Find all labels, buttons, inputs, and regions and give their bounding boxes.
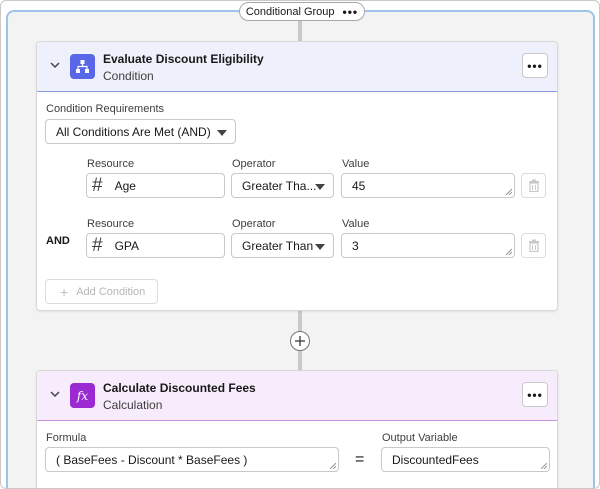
delete-condition-button[interactable] <box>521 173 546 198</box>
add-element-button[interactable] <box>290 331 310 351</box>
caret-down-icon <box>315 184 325 190</box>
hierarchy-icon <box>70 54 95 79</box>
function-icon: fx <box>70 383 95 408</box>
plus-icon <box>295 336 305 346</box>
plus-icon: + <box>60 283 69 300</box>
trash-icon <box>528 179 539 192</box>
condition-requirements-value: All Conditions Are Met (AND) <box>56 124 211 139</box>
chevron-down-icon[interactable] <box>48 58 62 72</box>
formula-value: ( BaseFees - Discount * BaseFees ) <box>56 452 248 467</box>
delete-condition-button[interactable] <box>521 233 546 258</box>
output-variable-value: DiscountedFees <box>392 452 479 467</box>
resize-handle-icon[interactable] <box>505 188 512 195</box>
calculation-card-menu-button[interactable]: ••• <box>522 382 548 407</box>
and-connector-label: AND <box>46 235 70 247</box>
formula-label: Formula <box>46 432 87 444</box>
trash-icon <box>528 239 539 252</box>
condition-card-title: Evaluate Discount Eligibility <box>103 52 264 66</box>
condition-card-header[interactable]: Evaluate Discount Eligibility Condition … <box>37 42 557 92</box>
chevron-down-icon[interactable] <box>48 387 62 401</box>
operator-label: Operator <box>232 218 276 230</box>
resource-label: Resource <box>87 158 135 170</box>
resource-field[interactable]: # GPA <box>86 233 225 258</box>
calculation-card: fx Calculate Discounted Fees Calculation… <box>36 370 558 488</box>
output-variable-input[interactable]: DiscountedFees <box>381 447 550 472</box>
resource-value: Age <box>114 178 136 193</box>
value-label: Value <box>342 218 370 230</box>
operator-label: Operator <box>232 158 276 170</box>
flow-canvas: Conditional Group ••• Evaluate Discount … <box>0 0 600 489</box>
value-input[interactable]: 3 <box>341 233 515 258</box>
operator-value: Greater Tha... <box>242 178 317 193</box>
number-icon: # <box>92 235 103 256</box>
operator-value: Greater Than <box>242 238 314 253</box>
resource-label: Resource <box>87 218 135 230</box>
number-icon: # <box>92 175 103 196</box>
value-text: 3 <box>352 238 359 253</box>
condition-requirements-label: Condition Requirements <box>46 103 165 115</box>
conditional-group-pill[interactable]: Conditional Group ••• <box>239 2 365 21</box>
resize-handle-icon[interactable] <box>505 248 512 255</box>
caret-down-icon <box>217 130 227 136</box>
value-text: 45 <box>352 178 366 193</box>
conditional-group-label: Conditional Group <box>245 5 335 18</box>
output-variable-label: Output Variable <box>382 432 458 444</box>
condition-requirements-select[interactable]: All Conditions Are Met (AND) <box>45 119 236 144</box>
resource-field[interactable]: # Age <box>86 173 225 198</box>
value-label: Value <box>342 158 370 170</box>
caret-down-icon <box>315 244 325 250</box>
connector-line-top <box>298 21 302 41</box>
condition-card-menu-button[interactable]: ••• <box>522 53 548 78</box>
value-input[interactable]: 45 <box>341 173 515 198</box>
operator-select[interactable]: Greater Than <box>231 233 334 258</box>
add-condition-button[interactable]: + Add Condition <box>45 279 158 304</box>
operator-select[interactable]: Greater Tha... <box>231 173 334 198</box>
equals-sign: = <box>355 451 365 468</box>
resize-handle-icon[interactable] <box>540 462 547 469</box>
add-condition-label: Add Condition <box>76 285 146 298</box>
calculation-card-subtitle: Calculation <box>103 398 163 412</box>
conditional-group-menu-icon[interactable]: ••• <box>343 5 359 19</box>
formula-input[interactable]: ( BaseFees - Discount * BaseFees ) <box>45 447 339 472</box>
calculation-card-header[interactable]: fx Calculate Discounted Fees Calculation… <box>37 371 557 421</box>
resource-value: GPA <box>114 238 140 253</box>
calculation-card-title: Calculate Discounted Fees <box>103 381 256 395</box>
condition-card: Evaluate Discount Eligibility Condition … <box>36 41 558 311</box>
resize-handle-icon[interactable] <box>329 462 336 469</box>
condition-card-subtitle: Condition <box>103 69 154 83</box>
